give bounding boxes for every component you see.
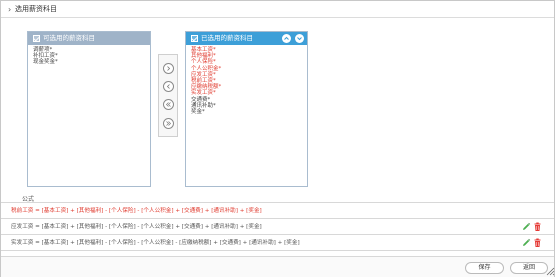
list-item[interactable]: 奖金*: [191, 109, 302, 115]
divider: [1, 202, 554, 203]
dialog-title: 选用薪资科目: [15, 5, 57, 13]
formula-text: 税前工资 = [基本工资] + [其他福利] - [个人保险] - [个人公积金…: [11, 208, 262, 214]
row-actions: [522, 238, 544, 248]
formula-row: 应发工资 = [基本工资] + [其他福利] - [个人保险] - [个人公积金…: [1, 220, 548, 234]
chevron-right-icon[interactable]: ›: [8, 5, 11, 14]
formula-text: 实发工资 = [基本工资] + [其他福利] - [个人保险] - [个人公积金…: [11, 240, 300, 246]
formula-row: 实发工资 = [基本工资] + [其他福利] - [个人保险] - [个人公积金…: [1, 236, 548, 250]
delete-icon[interactable]: [533, 222, 542, 232]
selected-items-list: 基本工资* 其他福利* 个人保险* 个人公积金* 应发工资* 税前工资* 应缴纳税额* 实发工…: [186, 45, 307, 117]
dialog-frame: › 选用薪资科目 可选用的薪资科目 调薪项* 补扣工资* 现金奖金* 已选用的薪…: [0, 0, 555, 277]
row-actions: [522, 222, 544, 232]
formula-row: 税前工资 = [基本工资] + [其他福利] - [个人保险] - [个人公积金…: [1, 204, 548, 218]
available-items-panel: 可选用的薪资科目 调薪项* 补扣工资* 现金奖金*: [27, 31, 151, 187]
formula-text: 应发工资 = [基本工资] + [其他福利] - [个人保险] - [个人公积金…: [11, 224, 262, 230]
selected-items-panel: 已选用的薪资科目 基本工资* 其他福利* 个人保险* 个人公积金* 应发工资* 税前工资*…: [185, 31, 308, 187]
edit-icon[interactable]: [522, 222, 531, 232]
divider: [1, 250, 554, 251]
add-all-icon[interactable]: [163, 118, 174, 129]
save-button[interactable]: 保存: [465, 262, 504, 274]
remove-all-icon[interactable]: [163, 99, 174, 110]
remove-one-icon[interactable]: [163, 81, 174, 92]
selected-items-title: 已选用的薪资科目: [201, 34, 253, 42]
available-items-header: 可选用的薪资科目: [28, 32, 150, 45]
add-one-icon[interactable]: [163, 63, 174, 74]
back-button[interactable]: 返回: [510, 262, 548, 274]
move-down-icon[interactable]: [295, 34, 304, 43]
available-items-list: 调薪项* 补扣工资* 现金奖金*: [28, 45, 150, 68]
transfer-buttons: [158, 54, 178, 137]
move-up-icon[interactable]: [282, 34, 291, 43]
select-all-available-checkbox[interactable]: [33, 35, 40, 42]
selected-items-header: 已选用的薪资科目: [186, 32, 307, 45]
edit-icon[interactable]: [522, 238, 531, 248]
select-all-selected-checkbox[interactable]: [191, 35, 198, 42]
delete-icon[interactable]: [533, 238, 542, 248]
divider: [1, 234, 554, 235]
footer-bar: 保存 返回: [1, 256, 554, 277]
resize-corner-icon[interactable]: [546, 267, 555, 276]
list-item[interactable]: 现金奖金*: [33, 59, 145, 65]
available-items-title: 可选用的薪资科目: [43, 34, 95, 42]
dialog-header: › 选用薪资科目: [1, 1, 554, 18]
divider: [1, 218, 554, 219]
